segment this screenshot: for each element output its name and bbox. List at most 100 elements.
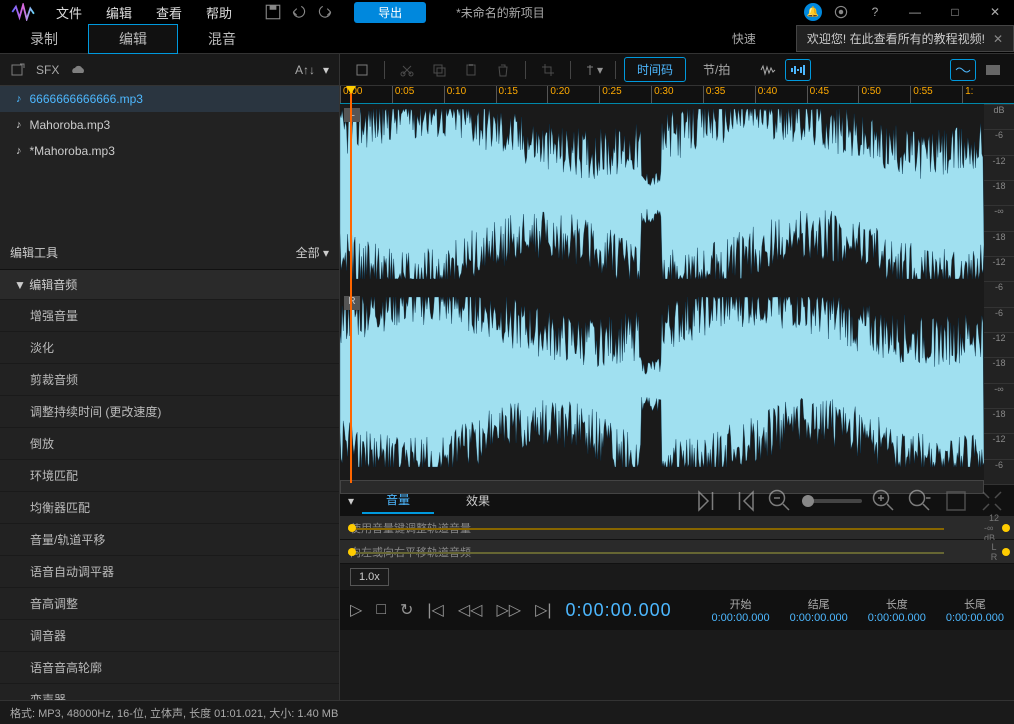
rewind-button[interactable]: ◁◁: [458, 600, 483, 620]
gear-icon[interactable]: [832, 3, 850, 21]
project-title: *未命名的新项目: [456, 4, 545, 21]
save-icon[interactable]: [264, 3, 282, 21]
tab-row: 录制 编辑 混音 快速 欢迎您! 在此查看所有的教程视频! ✕: [0, 24, 1014, 54]
export-button[interactable]: 导出: [354, 2, 426, 23]
tab-mix[interactable]: 混音: [178, 25, 266, 53]
speed-display[interactable]: 1.0x: [350, 568, 389, 586]
zoom-in-icon[interactable]: [870, 489, 898, 513]
marker-icon[interactable]: ▾: [579, 58, 607, 82]
file-item[interactable]: ♪*Mahoroba.mp3: [0, 138, 339, 164]
chevron-down-icon[interactable]: ▾: [348, 494, 354, 508]
view-spectral-icon[interactable]: [785, 59, 811, 81]
menu-view[interactable]: 查看: [144, 3, 194, 22]
time-mark: 0:10: [444, 86, 496, 103]
file-item[interactable]: ♪6666666666666.mp3: [0, 86, 339, 112]
tool-item[interactable]: 均衡器匹配: [0, 492, 339, 524]
zoom-handle[interactable]: [802, 495, 814, 507]
play-button[interactable]: ▷: [350, 600, 362, 620]
crop-icon[interactable]: [534, 58, 562, 82]
skip-end-button[interactable]: ▷|: [535, 600, 551, 620]
tool-item[interactable]: 淡化: [0, 332, 339, 364]
tool-item[interactable]: 环境匹配: [0, 460, 339, 492]
playhead[interactable]: [350, 86, 352, 483]
view-wave-icon[interactable]: [755, 59, 781, 81]
copy-icon[interactable]: [425, 58, 453, 82]
paste-icon[interactable]: [457, 58, 485, 82]
tool-item[interactable]: 语音自动调平器: [0, 556, 339, 588]
pan-marker-right[interactable]: [1002, 548, 1010, 556]
welcome-banner[interactable]: 欢迎您! 在此查看所有的教程视频! ✕: [796, 25, 1014, 52]
zoom-slider[interactable]: [802, 499, 862, 503]
timecode-mode-button[interactable]: 时间码: [624, 57, 686, 82]
tab-record[interactable]: 录制: [0, 25, 88, 53]
pan-marker-left[interactable]: [348, 548, 356, 556]
help-icon[interactable]: ?: [860, 5, 890, 19]
tool-item[interactable]: 音量/轨道平移: [0, 524, 339, 556]
cloud-icon[interactable]: [69, 63, 87, 77]
db-scale: dB -6-12-18-∞-18-12-6-6-12-18-∞-18-12-6: [984, 104, 1014, 484]
length-val: 0:00:00.000: [868, 612, 926, 624]
tool-item[interactable]: 音高调整: [0, 588, 339, 620]
tool-item[interactable]: 调整持续时间 (更改速度): [0, 396, 339, 428]
undo-icon[interactable]: [290, 3, 308, 21]
end-val: 0:00:00.000: [790, 612, 848, 624]
vol-marker-right[interactable]: [1002, 524, 1010, 532]
tab-edit[interactable]: 编辑: [88, 24, 178, 54]
tools-all-button[interactable]: 全部 ▾: [296, 244, 329, 261]
sidebar: SFX A↑↓ ▾ ♪6666666666666.mp3♪Mahoroba.mp…: [0, 54, 340, 700]
redo-icon[interactable]: [316, 3, 334, 21]
mark-in-icon[interactable]: [694, 489, 722, 513]
tool-item[interactable]: 变声器: [0, 684, 339, 700]
file-name: 6666666666666.mp3: [30, 92, 143, 106]
zoom-out-icon[interactable]: [766, 489, 794, 513]
menu-help[interactable]: 帮助: [194, 3, 244, 22]
mark-out-icon[interactable]: [730, 489, 758, 513]
zoom-v-icon[interactable]: [906, 489, 934, 513]
stop-button[interactable]: □: [376, 601, 386, 619]
add-file-icon[interactable]: [10, 62, 26, 78]
tool-item[interactable]: 剪裁音频: [0, 364, 339, 396]
tab-fast[interactable]: 快速: [702, 26, 786, 51]
close-welcome-icon[interactable]: ✕: [993, 32, 1003, 46]
music-note-icon: ♪: [16, 145, 22, 157]
forward-button[interactable]: ▷▷: [496, 600, 521, 620]
expand-icon[interactable]: [978, 489, 1006, 513]
menu-file[interactable]: 文件: [44, 3, 94, 22]
titlebar: 文件 编辑 查看 帮助 导出 *未命名的新项目 🔔 ? — □ ✕: [0, 0, 1014, 24]
waveform-container[interactable]: L R dB -6-12-18-∞-18-12-6-6-12-18-∞-18-1…: [340, 104, 1014, 484]
pan-track[interactable]: 向左或向右平移轨道音频: [340, 540, 974, 564]
fit-icon[interactable]: [942, 489, 970, 513]
layout-b-icon[interactable]: [980, 59, 1006, 81]
tool-item[interactable]: 调音器: [0, 620, 339, 652]
notification-icon[interactable]: 🔔: [804, 3, 822, 21]
menu-edit[interactable]: 编辑: [94, 3, 144, 22]
time-mark: 0:25: [599, 86, 651, 103]
beat-mode-button[interactable]: 节/拍: [690, 57, 743, 82]
tool-item[interactable]: 语音音高轮廓: [0, 652, 339, 684]
chevron-down-icon[interactable]: ▾: [323, 63, 329, 77]
waveform-left[interactable]: [340, 104, 984, 284]
sidebar-toolbar: SFX A↑↓ ▾: [0, 54, 339, 86]
close-button[interactable]: ✕: [980, 5, 1010, 19]
cut-icon[interactable]: [393, 58, 421, 82]
vol-marker-left[interactable]: [348, 524, 356, 532]
tool-item[interactable]: 增强音量: [0, 300, 339, 332]
time-mark: 1:: [962, 86, 1014, 103]
sfx-button[interactable]: SFX: [36, 63, 59, 77]
timeline-ruler[interactable]: 0:000:050:100:150:200:250:300:350:400:45…: [340, 86, 1014, 104]
delete-icon[interactable]: [489, 58, 517, 82]
skip-start-button[interactable]: |◁: [427, 600, 443, 620]
loop-button[interactable]: ↻: [400, 600, 413, 620]
maximize-button[interactable]: □: [940, 5, 970, 19]
minimize-button[interactable]: —: [900, 5, 930, 19]
time-mark: 0:30: [651, 86, 703, 103]
tools-section-audio[interactable]: ▼ 编辑音频: [0, 270, 339, 300]
volume-track[interactable]: 使用音量键调整轨道音量: [340, 516, 974, 540]
waveform-right[interactable]: [340, 292, 984, 472]
tool-item[interactable]: 倒放: [0, 428, 339, 460]
layout-a-icon[interactable]: [950, 59, 976, 81]
file-item[interactable]: ♪Mahoroba.mp3: [0, 112, 339, 138]
font-size-button[interactable]: A↑↓: [295, 63, 315, 77]
time-mark: 0:50: [858, 86, 910, 103]
select-tool-icon[interactable]: [348, 58, 376, 82]
